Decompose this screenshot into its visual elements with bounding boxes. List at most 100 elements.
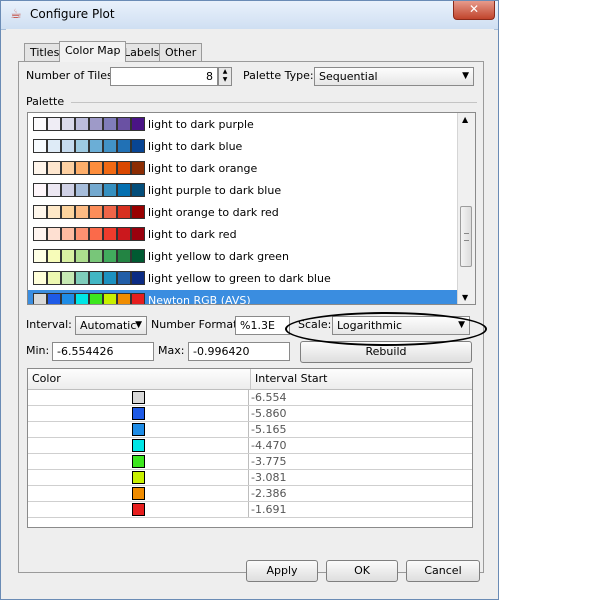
- color-swatch: [89, 139, 103, 153]
- palette-list[interactable]: light to dark purple light to dark blue li…: [27, 112, 476, 305]
- table-row[interactable]: -1.691: [28, 502, 472, 518]
- palette-item[interactable]: light yellow to dark green: [28, 246, 458, 268]
- color-swatch: [61, 227, 75, 241]
- table-row[interactable]: -3.775: [28, 454, 472, 470]
- color-swatch: [61, 271, 75, 285]
- color-swatch: [75, 249, 89, 263]
- palette-swatches: [33, 183, 145, 199]
- color-cell[interactable]: [28, 422, 249, 437]
- palette-item[interactable]: light to dark orange: [28, 158, 458, 180]
- interval-select[interactable]: Automatic ▼: [75, 316, 147, 335]
- color-swatch: [117, 227, 131, 241]
- color-swatch: [117, 161, 131, 175]
- number-format-input[interactable]: %1.3E: [235, 316, 290, 335]
- color-cell[interactable]: [28, 406, 249, 421]
- color-cell[interactable]: [28, 502, 249, 517]
- close-button[interactable]: ✕: [453, 1, 495, 20]
- color-chip[interactable]: [132, 503, 145, 516]
- color-swatch: [75, 161, 89, 175]
- color-swatch: [75, 183, 89, 197]
- color-swatch: [75, 117, 89, 131]
- color-swatch: [61, 161, 75, 175]
- palette-type-value: Sequential: [319, 70, 378, 83]
- number-format-label: Number Format:: [151, 318, 242, 331]
- table-row[interactable]: -2.386: [28, 486, 472, 502]
- color-chip[interactable]: [132, 391, 145, 404]
- tiles-spinner[interactable]: ▲ ▼: [218, 67, 232, 86]
- color-swatch: [47, 139, 61, 153]
- color-cell[interactable]: [28, 438, 249, 453]
- palette-item[interactable]: light yellow to green to dark blue: [28, 268, 458, 290]
- palette-item-label: light yellow to dark green: [148, 250, 289, 263]
- color-cell[interactable]: [28, 390, 249, 405]
- color-swatch: [75, 139, 89, 153]
- tiles-label: Number of Tiles:: [26, 69, 117, 82]
- color-swatch: [103, 293, 117, 304]
- color-chip[interactable]: [132, 439, 145, 452]
- spinner-up-icon[interactable]: ▲: [219, 68, 231, 76]
- color-swatch: [131, 117, 145, 131]
- color-chip[interactable]: [132, 471, 145, 484]
- apply-button[interactable]: Apply: [246, 560, 318, 582]
- max-input[interactable]: -0.996420: [188, 342, 290, 361]
- palette-item[interactable]: light purple to dark blue: [28, 180, 458, 202]
- scale-select[interactable]: Logarithmic ▼: [332, 316, 470, 335]
- color-swatch: [117, 205, 131, 219]
- color-cell[interactable]: [28, 470, 249, 485]
- interval-start-cell[interactable]: -5.165: [251, 423, 286, 436]
- interval-start-cell[interactable]: -1.691: [251, 503, 286, 516]
- ok-button[interactable]: OK: [326, 560, 398, 582]
- color-chip[interactable]: [132, 407, 145, 420]
- scroll-thumb[interactable]: [460, 206, 472, 267]
- table-row[interactable]: -5.165: [28, 422, 472, 438]
- color-swatch: [47, 293, 61, 304]
- color-swatch: [33, 139, 47, 153]
- table-row[interactable]: -3.081: [28, 470, 472, 486]
- table-header: Color Interval Start: [28, 369, 472, 390]
- color-swatch: [89, 227, 103, 241]
- table-row[interactable]: -4.470: [28, 438, 472, 454]
- color-swatch: [117, 249, 131, 263]
- cancel-button[interactable]: Cancel: [406, 560, 480, 582]
- dialog-body: Titles Color Map Labels Other Number of …: [6, 29, 494, 596]
- interval-start-cell[interactable]: -4.470: [251, 439, 286, 452]
- interval-start-cell[interactable]: -6.554: [251, 391, 286, 404]
- table-row[interactable]: -5.860: [28, 406, 472, 422]
- tab-other[interactable]: Other: [159, 43, 203, 61]
- column-header-interval-start[interactable]: Interval Start: [250, 369, 472, 389]
- color-swatch: [33, 227, 47, 241]
- color-swatch: [33, 117, 47, 131]
- scroll-up-icon[interactable]: ▲: [462, 115, 468, 124]
- java-icon: ☕: [10, 7, 22, 22]
- column-header-color[interactable]: Color: [28, 369, 250, 389]
- palette-scrollbar[interactable]: ▲ ▼: [457, 113, 475, 304]
- palette-item[interactable]: light to dark blue: [28, 136, 458, 158]
- color-chip[interactable]: [132, 455, 145, 468]
- tab-color-map[interactable]: Color Map: [59, 41, 127, 62]
- interval-start-cell[interactable]: -5.860: [251, 407, 286, 420]
- interval-label: Interval:: [26, 318, 72, 331]
- palette-item[interactable]: light to dark purple: [28, 114, 458, 136]
- tiles-input[interactable]: 8: [110, 67, 218, 86]
- palette-type-select[interactable]: Sequential ▼: [314, 67, 474, 86]
- interval-start-cell[interactable]: -3.775: [251, 455, 286, 468]
- color-swatch: [131, 271, 145, 285]
- color-cell[interactable]: [28, 454, 249, 469]
- interval-start-cell[interactable]: -2.386: [251, 487, 286, 500]
- color-chip[interactable]: [132, 423, 145, 436]
- color-cell[interactable]: [28, 486, 249, 501]
- palette-item[interactable]: light orange to dark red: [28, 202, 458, 224]
- color-chip[interactable]: [132, 487, 145, 500]
- scroll-down-icon[interactable]: ▼: [462, 293, 468, 302]
- interval-start-cell[interactable]: -3.081: [251, 471, 286, 484]
- table-row[interactable]: -6.554: [28, 390, 472, 406]
- spinner-down-icon[interactable]: ▼: [219, 76, 231, 84]
- palette-item[interactable]: light to dark red: [28, 224, 458, 246]
- min-input[interactable]: -6.554426: [52, 342, 154, 361]
- color-swatch: [61, 183, 75, 197]
- color-swatch: [61, 249, 75, 263]
- palette-item[interactable]: Newton RGB (AVS): [28, 290, 458, 304]
- rebuild-button[interactable]: Rebuild: [300, 341, 472, 363]
- title-bar[interactable]: ☕ Configure Plot ✕: [1, 1, 498, 30]
- color-swatch: [47, 227, 61, 241]
